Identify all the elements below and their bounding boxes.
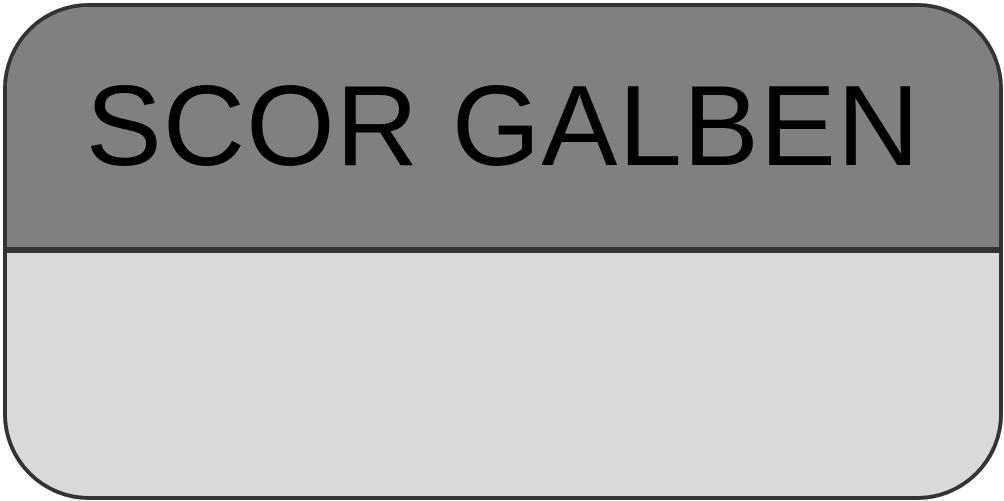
card-body [7, 253, 999, 496]
card-header: SCOR GALBEN [7, 7, 999, 253]
card-title: SCOR GALBEN [85, 63, 921, 190]
score-label-card: SCOR GALBEN [3, 3, 1003, 500]
